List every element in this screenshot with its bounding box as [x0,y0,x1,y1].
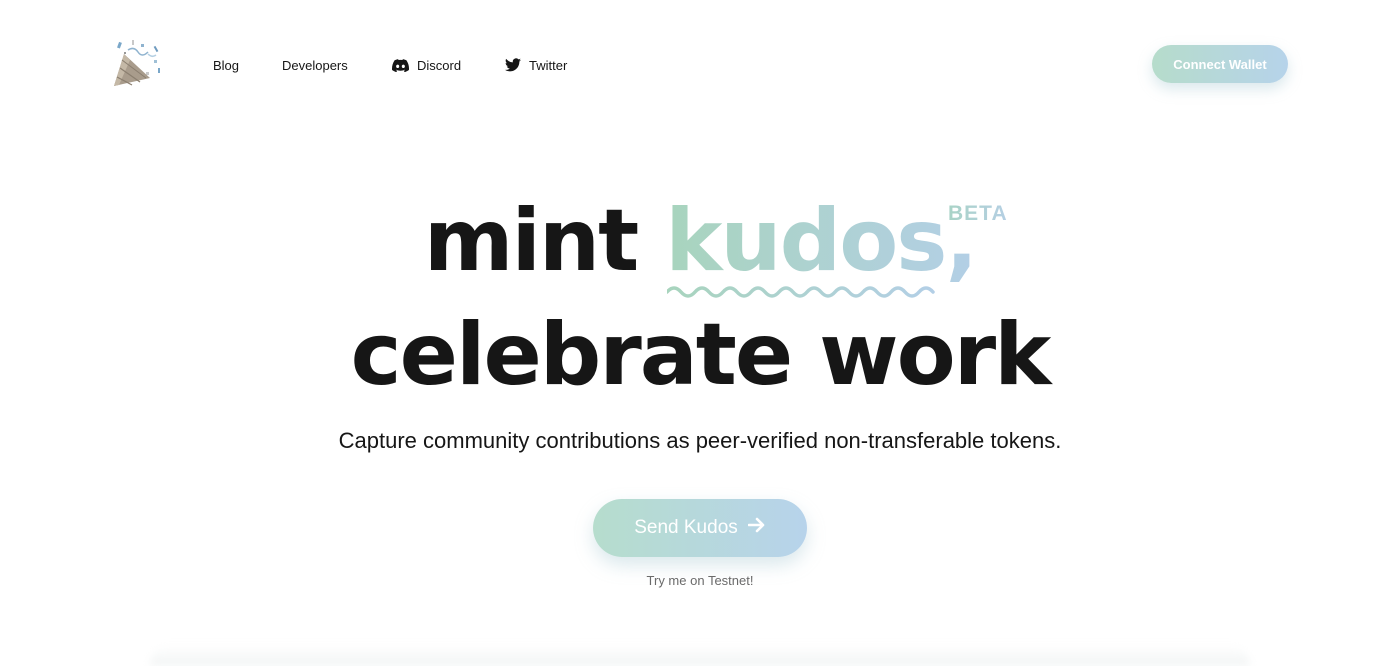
kudos-highlight: kudos, [665,186,978,298]
send-kudos-button[interactable]: Send Kudos [593,499,807,557]
testnet-note: Try me on Testnet! [646,573,754,588]
headline-line-2: celebrate work [0,300,1400,410]
headline-line-1: mint kudos, [0,186,1400,298]
nav-link-developers-label: Developers [282,57,348,73]
send-kudos-label: Send Kudos [634,517,738,538]
section-divider [150,645,1250,666]
beta-badge: BETA [948,202,1008,225]
arrow-right-icon [747,517,766,539]
nav-link-discord-label: Discord [417,57,462,73]
nav-link-blog-label: Blog [213,57,240,73]
squiggle-underline [667,286,935,298]
headline-prefix: mint [423,191,666,291]
kudos-text: kudos, [665,191,978,291]
discord-icon [392,58,409,72]
connect-wallet-button[interactable]: Connect Wallet [1152,45,1288,83]
page: Blog Developers Discord Twitter Connect … [0,0,1400,666]
party-popper-icon[interactable] [110,38,164,90]
nav-link-discord[interactable]: Discord [392,55,461,75]
headline-line-2-text: celebrate work [350,305,1052,405]
twitter-icon [505,58,521,72]
nav-link-blog[interactable]: Blog [213,55,239,75]
nav-link-developers[interactable]: Developers [282,55,348,75]
headline: mint kudos, [423,186,978,298]
nav-link-twitter-label: Twitter [529,57,568,73]
nav-link-twitter[interactable]: Twitter [505,55,567,75]
hero-subtitle: Capture community contributions as peer-… [338,428,1062,453]
top-nav: Blog Developers Discord Twitter Connect … [0,0,1400,130]
